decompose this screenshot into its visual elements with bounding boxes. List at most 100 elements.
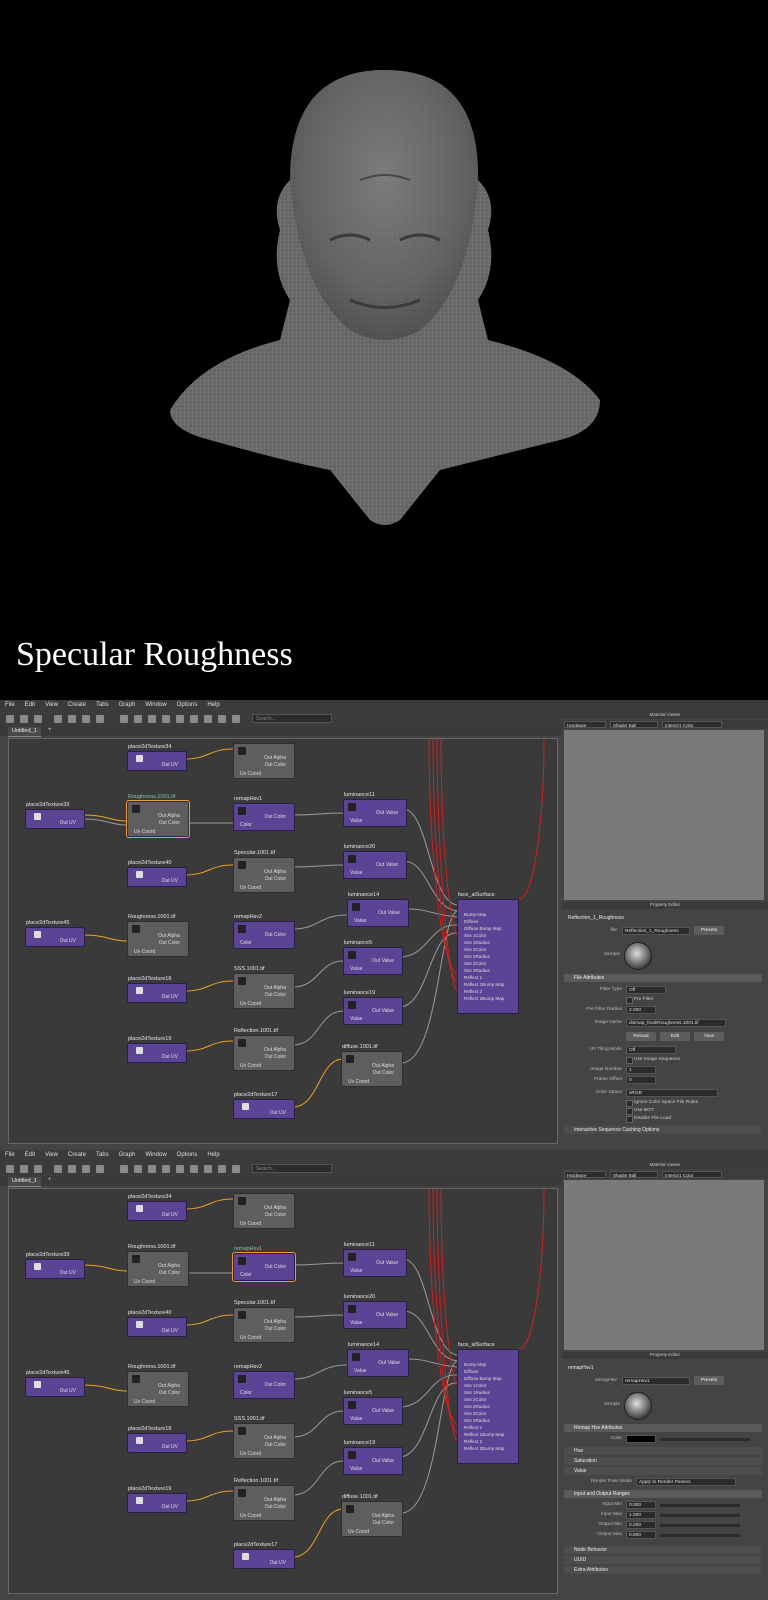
node-luminance5[interactable]: luminance5 Out Value Value [343, 940, 403, 975]
menu-create[interactable]: Create [68, 702, 86, 708]
pre-filter-radius-field[interactable]: 2.000 [626, 1006, 656, 1014]
node-graph-canvas[interactable]: place2dTexture39 Out UV place2dTexture34… [8, 738, 558, 1144]
toolbar-icon[interactable] [54, 1165, 62, 1173]
toolbar-icon[interactable] [162, 1165, 170, 1173]
node-place2dTexture39[interactable]: place2dTexture39 Out UV [25, 1252, 85, 1279]
menu-options[interactable]: Options [177, 702, 198, 708]
reload-button[interactable]: Reload [626, 1032, 656, 1041]
node-place2dTexture18[interactable]: place2dTexture18 Out UV [127, 1426, 187, 1453]
node-luminance20[interactable]: luminance20 Out Value Value [343, 1294, 407, 1329]
node-luminance19[interactable]: luminance19 Out Value Value [343, 1440, 403, 1475]
uv-tiling-dropdown[interactable]: Off [626, 1046, 676, 1054]
node-specular-file[interactable]: Specular.1001.tif Out Alpha Out Color Uv… [233, 1300, 295, 1343]
node-place2dTexture39[interactable]: place2dTexture39 Out UV [25, 802, 85, 829]
use-bot-checkbox[interactable] [626, 1108, 633, 1115]
menu-edit[interactable]: Edit [25, 1152, 35, 1158]
menu-create[interactable]: Create [68, 1152, 86, 1158]
node-sss-file[interactable]: SSS.1001.tif Out Alpha Out Color Uv Coor… [233, 1416, 295, 1459]
toolbar-icon[interactable] [148, 715, 156, 723]
node-reflection-file[interactable]: Reflection.1001.tif Out Alpha Out Color … [233, 1478, 295, 1521]
node-graph-canvas[interactable]: place2dTexture39 Out UV place2dTexture34… [8, 1188, 558, 1594]
search-icon[interactable] [176, 715, 184, 723]
toolbar-icon[interactable] [218, 1165, 226, 1173]
toolbar-icon[interactable] [190, 1165, 198, 1173]
toolbar-icon[interactable] [162, 715, 170, 723]
node-place2dTexture34[interactable]: place2dTexture34 Out UV [127, 1194, 187, 1221]
toolbar-icon[interactable] [204, 715, 212, 723]
add-tab-button[interactable]: + [48, 1177, 52, 1183]
color-swatch[interactable] [626, 1435, 656, 1443]
section-input-output-ranges[interactable]: Input and Output Ranges [564, 1490, 762, 1498]
search-icon[interactable] [176, 1165, 184, 1173]
node-roughness-file-b[interactable]: Roughness.1001.tif Out Alpha Out Color U… [127, 1364, 189, 1407]
renderer-dropdown[interactable]: Hardware [564, 721, 606, 728]
disable-file-load-checkbox[interactable] [626, 1116, 633, 1123]
section-interactive-caching[interactable]: Interactive Sequence Caching Options [564, 1126, 762, 1134]
menu-options[interactable]: Options [177, 1152, 198, 1158]
shape-dropdown[interactable]: Shader Ball [610, 1171, 658, 1178]
toolbar-icon[interactable] [96, 1165, 104, 1173]
menu-edit[interactable]: Edit [25, 702, 35, 708]
node-roughness-file-a[interactable]: Roughness.1001.tif Out Alpha Out Color U… [127, 1244, 189, 1287]
node-name-field[interactable]: Reflection_1_Roughness [622, 927, 690, 935]
tab-untitled[interactable]: Untitled_1 [8, 1177, 41, 1187]
node-luminance5[interactable]: luminance5 Out Value Value [343, 1390, 403, 1425]
toolbar-icon[interactable] [190, 715, 198, 723]
node-face-aisurface[interactable]: face_aiSurface Bump Map Diffuse Diffuse … [457, 1342, 519, 1464]
menu-help[interactable]: Help [207, 702, 219, 708]
node-place2dTexture17[interactable]: place2dTexture17 Out UV [233, 1542, 295, 1569]
menu-view[interactable]: View [45, 1152, 58, 1158]
node-place2dTexture34[interactable]: place2dTexture34 Out UV [127, 744, 187, 771]
presets-button[interactable]: Presets [694, 926, 724, 935]
section-extra-attributes[interactable]: Extra Attributes [564, 1566, 762, 1574]
node-place2dTexture19[interactable]: place2dTexture19 Out UV [127, 1486, 187, 1513]
toolbar-icon[interactable] [148, 1165, 156, 1173]
color-space-dropdown[interactable]: sRGB [626, 1089, 718, 1097]
menu-window[interactable]: Window [145, 1152, 166, 1158]
input-max-slider[interactable] [660, 1514, 740, 1517]
renderer-dropdown[interactable]: Hardware [564, 1171, 606, 1178]
color-slider[interactable] [660, 1438, 750, 1441]
node-roughness-file-b[interactable]: Roughness.1001.tif Out Alpha Out Color U… [127, 914, 189, 957]
node-remapHsv2[interactable]: remapHsv2 Out Color Color [233, 914, 295, 949]
node-sss-file[interactable]: SSS.1001.tif Out Alpha Out Color Uv Coor… [233, 966, 295, 1009]
menu-graph[interactable]: Graph [119, 1152, 136, 1158]
toolbar-icon[interactable] [20, 715, 28, 723]
node-specular-file[interactable]: Specular.1001.tif Out Alpha Out Color Uv… [233, 850, 295, 893]
toolbar-icon[interactable] [6, 1165, 14, 1173]
section-file-attributes[interactable]: File Attributes [564, 974, 762, 982]
environment-dropdown[interactable]: Interior1 Color [662, 1171, 722, 1178]
toolbar-icon[interactable] [218, 715, 226, 723]
node-remapHsv1[interactable]: remapHsv1 Out Color Color [233, 796, 295, 831]
ignore-color-space-checkbox[interactable] [626, 1100, 633, 1107]
node-remapHsv1[interactable]: remapHsv1 Out Color Color [232, 1246, 296, 1282]
output-min-slider[interactable] [660, 1524, 740, 1527]
view-button[interactable]: View [694, 1032, 724, 1041]
node-diffuse-file[interactable]: diffuse.1001.tif Out Alpha Out Color Uv … [341, 1494, 403, 1537]
toolbar-icon[interactable] [68, 1165, 76, 1173]
node-name-field[interactable]: remapHsv1 [622, 1377, 690, 1385]
image-number-field[interactable]: 1 [626, 1066, 656, 1074]
menu-file[interactable]: File [5, 1152, 15, 1158]
input-min-slider[interactable] [660, 1504, 740, 1507]
use-image-sequence-checkbox[interactable] [626, 1057, 633, 1064]
environment-dropdown[interactable]: Interior1 Color [662, 721, 722, 728]
menu-view[interactable]: View [45, 702, 58, 708]
section-node-behavior[interactable]: Node Behavior [564, 1546, 762, 1554]
section-value[interactable]: Value [564, 1467, 762, 1475]
toolbar-icon[interactable] [96, 715, 104, 723]
shape-dropdown[interactable]: Shader Ball [610, 721, 658, 728]
render-pass-dropdown[interactable]: Apply to Render Passes [636, 1478, 736, 1486]
search-input[interactable]: Search... [252, 1164, 332, 1173]
node-diffuse-file[interactable]: diffuse.1001.tif Out Alpha Out Color Uv … [341, 1044, 403, 1087]
toolbar-icon[interactable] [34, 1165, 42, 1173]
toolbar-icon[interactable] [120, 1165, 128, 1173]
menu-tabs[interactable]: Tabs [96, 702, 109, 708]
node-file-top[interactable]: Out Alpha Out Color Uv Coord [233, 1193, 295, 1229]
toolbar-icon[interactable] [82, 715, 90, 723]
node-luminance11[interactable]: luminance11 Out Value Value [343, 1242, 407, 1277]
presets-button[interactable]: Presets [694, 1376, 724, 1385]
node-luminance14[interactable]: luminance14 Out Value Value [347, 1342, 409, 1377]
input-min-field[interactable]: 0.000 [626, 1501, 656, 1509]
toolbar-icon[interactable] [34, 715, 42, 723]
